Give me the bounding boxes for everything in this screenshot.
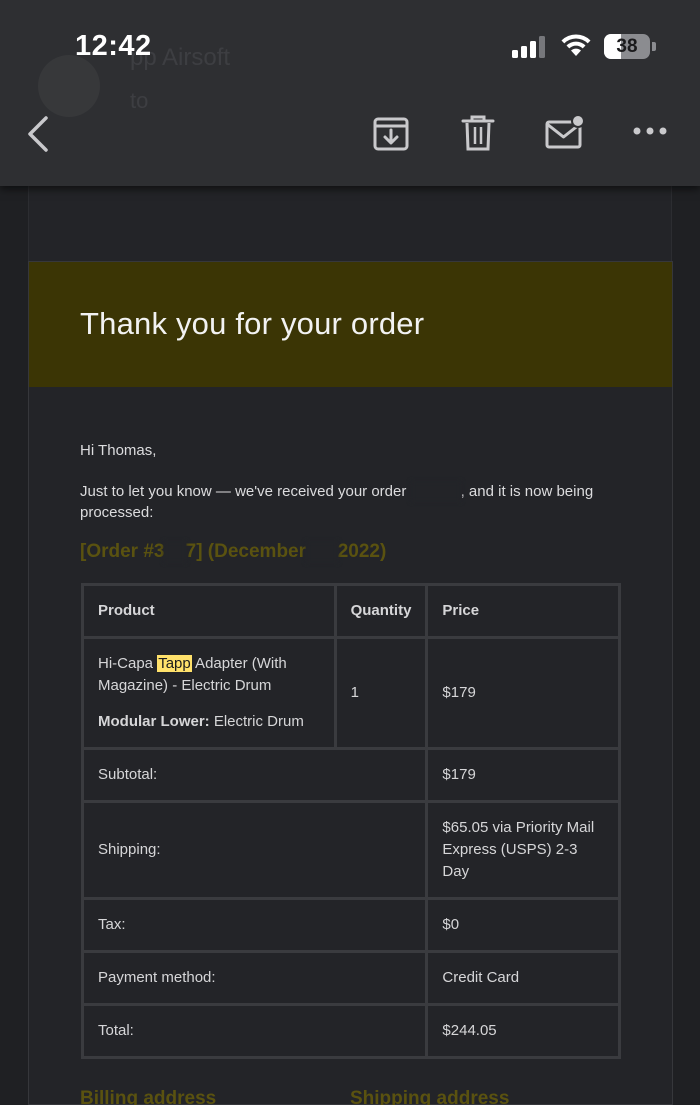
order-heading-a: [Order #3	[80, 541, 165, 562]
shipping-address-heading: Shipping address	[350, 1088, 510, 1105]
redacted-date: 000	[306, 541, 338, 563]
totals-label: Tax:	[80, 897, 429, 953]
greeting-text: Hi Thomas,	[80, 442, 157, 459]
order-heading: [Order #3007] (December0002022)	[80, 541, 386, 563]
totals-label: Shipping:	[80, 800, 429, 900]
totals-value: Credit Card	[425, 950, 621, 1006]
battery-level: 38	[616, 36, 638, 57]
cellular-signal-icon	[512, 36, 548, 58]
column-header-price: Price	[425, 583, 621, 639]
trash-icon[interactable]	[460, 112, 496, 152]
totals-row-shipping: Shipping: $65.05 via Priority Mail Expre…	[80, 800, 621, 900]
table-row: Hi-Capa Tapp Adapter (With Magazine) - E…	[81, 636, 621, 750]
order-heading-b: 7] (December	[185, 541, 307, 562]
redacted-order-number: ######	[410, 481, 461, 502]
archive-icon[interactable]	[372, 112, 410, 152]
order-email-card: Thank you for your order Hi Thomas, Just…	[28, 261, 673, 1105]
sender-avatar	[38, 55, 100, 117]
product-name: Hi-Capa Tapp Adapter (With Magazine) - E…	[98, 653, 320, 697]
status-time: 12:42	[75, 30, 152, 62]
totals-value: $65.05 via Priority Mail Express (USPS) …	[425, 800, 621, 900]
totals-value: $244.05	[425, 1003, 621, 1059]
email-header-bar: pp Airsoft to 12:42 38	[0, 0, 700, 186]
totals-label: Subtotal:	[80, 747, 429, 803]
totals-row-subtotal: Subtotal: $179	[80, 747, 621, 803]
totals-value: $179	[425, 747, 621, 803]
totals-label: Total:	[80, 1003, 429, 1059]
column-header-quantity: Quantity	[333, 583, 429, 639]
order-table: Product Quantity Price Hi-Capa Tapp Adap…	[80, 583, 621, 1059]
intro-text: Just to let you know — we've received yo…	[80, 481, 610, 523]
order-heading-c: 2022)	[337, 541, 387, 562]
billing-address-heading: Billing address	[80, 1088, 217, 1105]
table-header-row: Product Quantity Price	[81, 583, 621, 639]
column-header-product: Product	[81, 583, 337, 639]
search-highlight: Tapp	[157, 655, 192, 672]
option-value: Electric Drum	[209, 713, 304, 730]
battery-tip	[652, 42, 656, 51]
price-cell: $179	[425, 636, 621, 750]
totals-value: $0	[425, 897, 621, 953]
product-option: Modular Lower: Electric Drum	[98, 711, 320, 733]
recipient-ghost: to	[130, 88, 149, 113]
product-cell: Hi-Capa Tapp Adapter (With Magazine) - E…	[81, 636, 337, 750]
redacted-order-id: 00	[164, 541, 186, 563]
email-banner: Thank you for your order	[29, 262, 672, 387]
totals-row-total: Total: $244.05	[80, 1003, 621, 1059]
quantity-cell: 1	[333, 636, 429, 750]
product-name-a: Hi-Capa	[98, 655, 158, 672]
totals-row-payment: Payment method: Credit Card	[80, 950, 621, 1006]
more-icon[interactable]	[632, 124, 668, 138]
totals-label: Payment method:	[80, 950, 429, 1006]
intro-part-1: Just to let you know — we've received yo…	[80, 483, 411, 500]
back-icon[interactable]	[22, 114, 56, 154]
battery-icon: 38	[604, 34, 650, 59]
option-label: Modular Lower:	[98, 713, 210, 730]
totals-row-tax: Tax: $0	[80, 897, 621, 953]
mark-unread-icon[interactable]	[544, 112, 586, 152]
wifi-icon	[561, 34, 591, 56]
banner-title: Thank you for your order	[80, 306, 425, 341]
